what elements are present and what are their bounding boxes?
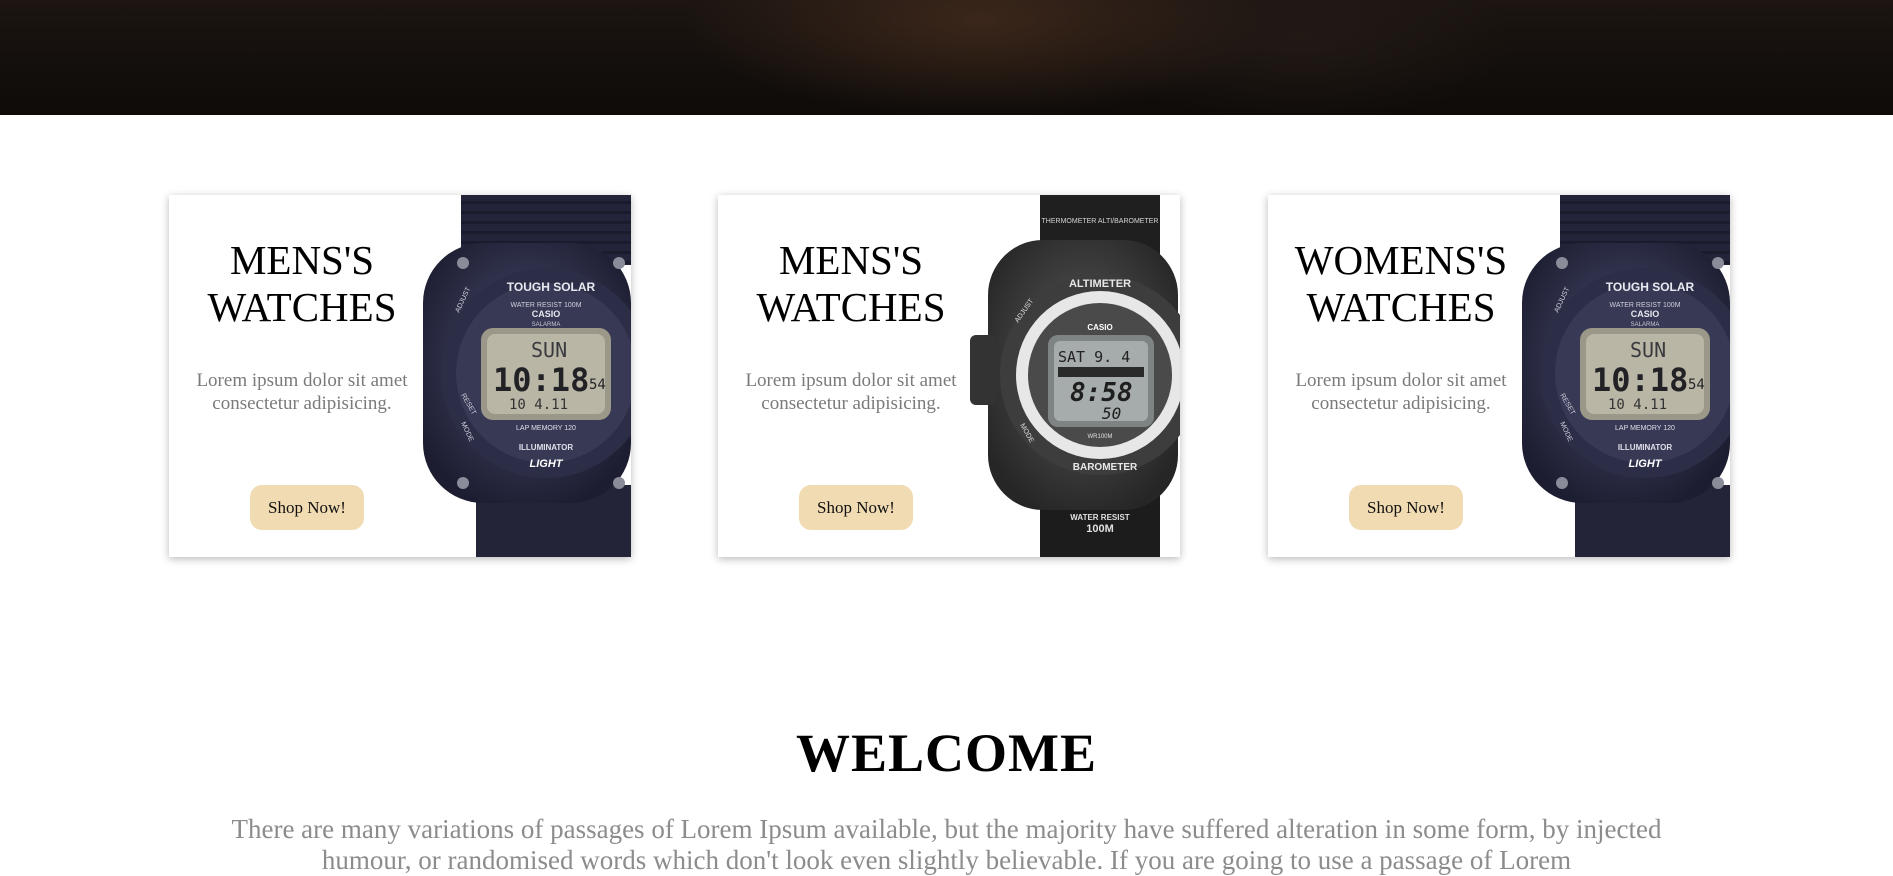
watch-brand: CASIO [1631, 309, 1660, 319]
watch-label-illuminator: ILLUMINATOR [1618, 443, 1673, 452]
watch-label-water: WATER RESIST 100M [1609, 302, 1680, 309]
watch-day: SUN [1630, 338, 1666, 362]
watch-day: SUN [531, 338, 567, 362]
watch-label-light: LIGHT [530, 458, 564, 470]
watch-label-lap: LAP MEMORY 120 [516, 425, 576, 432]
watch-time: 10:18 [493, 361, 589, 399]
card-description-line2: consectetur adipisicing. [1311, 393, 1491, 414]
category-card-womens: WOMENS'S WATCHES Lorem ipsum dolor sit a… [1268, 195, 1730, 557]
watch-date: 10 4.11 [509, 397, 568, 413]
category-card-mens-1: MENS'S WATCHES Lorem ipsum dolor sit ame… [169, 195, 631, 557]
watch-brand: CASIO [532, 309, 561, 319]
shop-now-button[interactable]: Shop Now! [1349, 485, 1463, 530]
watch-label-altimeter: ALTIMETER [1069, 278, 1131, 290]
watch-seconds: 54 [1688, 377, 1705, 393]
watch-label-depth: 100M [1086, 523, 1114, 535]
card-title-line2: WATCHES [756, 284, 946, 330]
category-card-mens-2: MENS'S WATCHES Lorem ipsum dolor sit ame… [718, 195, 1180, 557]
watch-label-lap: LAP MEMORY 120 [1615, 425, 1675, 432]
watch-label-water: WATER RESIST 100M [510, 302, 581, 309]
card-title-line1: WOMENS'S [1294, 237, 1508, 283]
watch-label-water: WATER RESIST [1070, 513, 1130, 522]
card-description: Lorem ipsum dolor sit amet consectetur a… [1278, 369, 1524, 415]
card-title-line1: MENS'S [229, 237, 375, 283]
card-title-line1: MENS'S [778, 237, 924, 283]
watch-label-light: LIGHT [1629, 458, 1663, 470]
watch-image: TOUGH SOLAR WATER RESIST 100M CASIO SALA… [423, 195, 631, 557]
card-description-line2: consectetur adipisicing. [212, 393, 392, 414]
watch-date: 10 4.11 [1608, 397, 1667, 413]
welcome-paragraph: There are many variations of passages of… [231, 814, 1662, 875]
watch-image: THERMOMETER ALTI/BAROMETER ALTIMETER CAS… [970, 195, 1180, 557]
card-description: Lorem ipsum dolor sit amet consectetur a… [728, 369, 974, 415]
shop-now-button[interactable]: Shop Now! [799, 485, 913, 530]
card-description-line1: Lorem ipsum dolor sit amet [745, 370, 957, 391]
watch-sub-brand: SALARMA [532, 322, 561, 328]
watch-sub-brand: SALARMA [1631, 322, 1660, 328]
shop-now-button[interactable]: Shop Now! [250, 485, 364, 530]
card-description-line2: consectetur adipisicing. [761, 393, 941, 414]
watch-label-illuminator: ILLUMINATOR [519, 443, 574, 452]
watch-time: 10:18 [1592, 361, 1688, 399]
watch-label-barometer: BAROMETER [1073, 462, 1138, 473]
card-title: WOMENS'S WATCHES [1268, 237, 1534, 331]
watch-brand: CASIO [1087, 323, 1112, 332]
card-title: MENS'S WATCHES [169, 237, 435, 331]
card-description: Lorem ipsum dolor sit amet consectetur a… [179, 369, 425, 415]
card-description-line1: Lorem ipsum dolor sit amet [1295, 370, 1507, 391]
card-title-line2: WATCHES [1306, 284, 1496, 330]
watch-label-wr: WR100M [1087, 434, 1112, 440]
watch-seconds: 50 [1102, 404, 1121, 423]
card-title: MENS'S WATCHES [718, 237, 984, 331]
watch-label-top: THERMOMETER ALTI/BAROMETER [1042, 218, 1159, 225]
card-title-line2: WATCHES [207, 284, 397, 330]
watch-label-top: TOUGH SOLAR [507, 280, 596, 294]
watch-image: TOUGH SOLAR WATER RESIST 100M CASIO SALA… [1522, 195, 1730, 557]
watch-seconds: 54 [589, 377, 606, 393]
card-description-line1: Lorem ipsum dolor sit amet [196, 370, 408, 391]
welcome-heading: WELCOME [795, 723, 1098, 783]
watch-label-top: TOUGH SOLAR [1606, 280, 1695, 294]
watch-day: SAT 9. 4 [1058, 348, 1130, 366]
